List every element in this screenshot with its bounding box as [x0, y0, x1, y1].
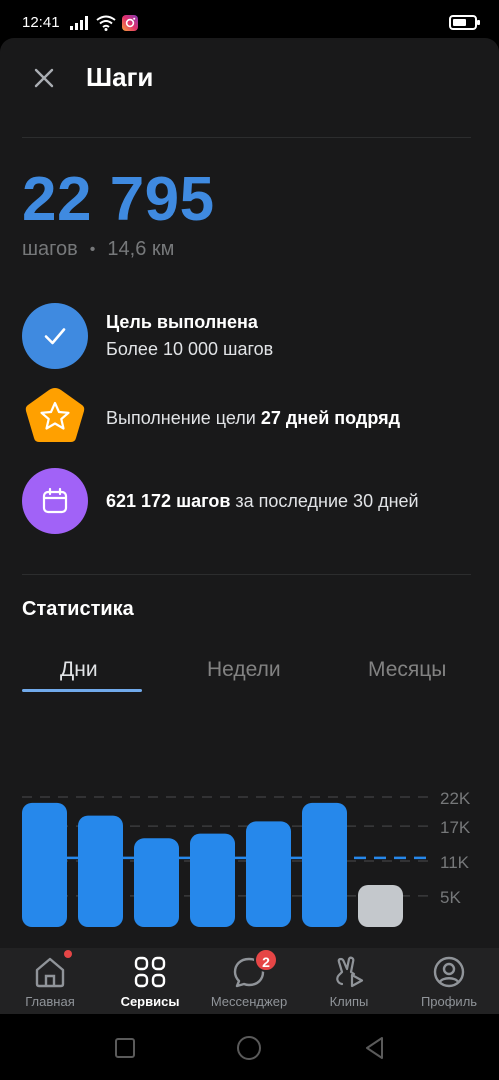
home-system-icon[interactable]: [236, 1035, 262, 1061]
nav-label: Сервисы: [120, 994, 180, 1009]
y-tick-label: 11K: [440, 853, 470, 872]
steps-sheet: Шаги 22 795 шагов • 14,6 км Цель выполне…: [0, 38, 499, 948]
achievement-goal-completed: Цель выполнена Более 10 000 шагов: [22, 303, 479, 369]
recents-icon[interactable]: [112, 1035, 138, 1061]
y-tick-label: 5K: [440, 888, 461, 907]
distance: 14,6 км: [107, 238, 175, 260]
chart-bar[interactable]: [358, 885, 403, 927]
achievement-text-before: Выполнение цели: [106, 407, 261, 428]
check-icon: [22, 303, 88, 369]
achievement-subtitle: Более 10 000 шагов: [106, 339, 274, 359]
achievement-text-after: за последние 30 дней: [230, 490, 419, 511]
instagram-icon: [122, 15, 138, 31]
achievement-monthly: 621 172 шагов за последние 30 дней: [22, 468, 479, 534]
tab-months[interactable]: Месяцы: [368, 658, 446, 682]
achievement-streak: Выполнение цели 27 дней подряд: [22, 385, 479, 451]
steps-unit: шагов: [22, 238, 78, 260]
achievement-text: 621 172 шагов за последние 30 дней: [106, 488, 419, 515]
chart-svg: 22K17K11K5Kсрчтптсбвспнвт: [22, 789, 471, 927]
chart-bar[interactable]: [22, 802, 67, 927]
achievement-bold: 621 172 шагов: [106, 490, 231, 511]
nav-profile[interactable]: Профиль: [399, 948, 499, 1014]
back-icon[interactable]: [362, 1035, 388, 1061]
period-tabs: Дни Недели Месяцы: [22, 646, 477, 694]
steps-subline: шагов • 14,6 км: [22, 238, 174, 261]
separator-dot: •: [89, 240, 96, 258]
status-time: 12:41: [22, 14, 60, 31]
header: Шаги: [0, 38, 499, 118]
status-icons: [70, 15, 138, 31]
tab-underline: [22, 689, 142, 692]
achievement-text: Цель выполнена Более 10 000 шагов: [106, 309, 273, 363]
system-nav: [0, 1014, 499, 1080]
signal-icon: [70, 16, 88, 30]
nav-home[interactable]: Главная: [0, 948, 100, 1014]
page-title: Шаги: [86, 62, 154, 92]
status-bar: 12:41: [0, 0, 499, 40]
home-icon: [35, 957, 65, 988]
chart-bar[interactable]: [190, 833, 235, 927]
tab-weeks[interactable]: Недели: [207, 658, 281, 682]
messenger-badge: 2: [254, 948, 278, 972]
services-icon: [134, 956, 166, 988]
clips-icon: [336, 956, 364, 988]
nav-clips[interactable]: Клипы: [299, 948, 399, 1014]
chart-bar[interactable]: [134, 838, 179, 927]
statistics-title: Статистика: [22, 598, 134, 620]
tab-days[interactable]: Дни: [60, 658, 98, 682]
nav-label: Профиль: [420, 994, 478, 1009]
nav-label: Мессенджер: [210, 994, 288, 1009]
bottom-nav: Главная Сервисы 2 Мессенджер Клипы Профи…: [0, 948, 499, 1014]
notification-dot: [64, 950, 72, 958]
nav-messenger[interactable]: 2 Мессенджер: [199, 948, 299, 1014]
y-tick-label: 17K: [440, 818, 471, 837]
divider: [22, 574, 471, 575]
wifi-icon: [96, 15, 116, 31]
close-icon: [34, 68, 54, 88]
chart-bar[interactable]: [302, 802, 347, 927]
chart-bar[interactable]: [78, 815, 123, 927]
profile-icon: [433, 956, 465, 988]
calendar-icon: [22, 468, 88, 534]
achievement-text: Выполнение цели 27 дней подряд: [106, 405, 400, 432]
nav-label: Клипы: [329, 994, 369, 1009]
chart-bar[interactable]: [246, 821, 291, 927]
steps-count: 22 795: [22, 165, 215, 234]
battery-icon: [449, 15, 480, 30]
nav-label: Главная: [25, 994, 75, 1009]
divider: [22, 137, 471, 138]
y-tick-label: 22K: [440, 789, 471, 808]
close-button[interactable]: [26, 60, 62, 96]
nav-services[interactable]: Сервисы: [100, 948, 200, 1014]
achievement-bold: 27 дней подряд: [260, 407, 400, 428]
achievement-title: Цель выполнена: [106, 312, 258, 332]
steps-chart: 22K17K11K5Kсрчтптсбвспнвт: [0, 738, 499, 948]
star-icon: [22, 385, 88, 451]
